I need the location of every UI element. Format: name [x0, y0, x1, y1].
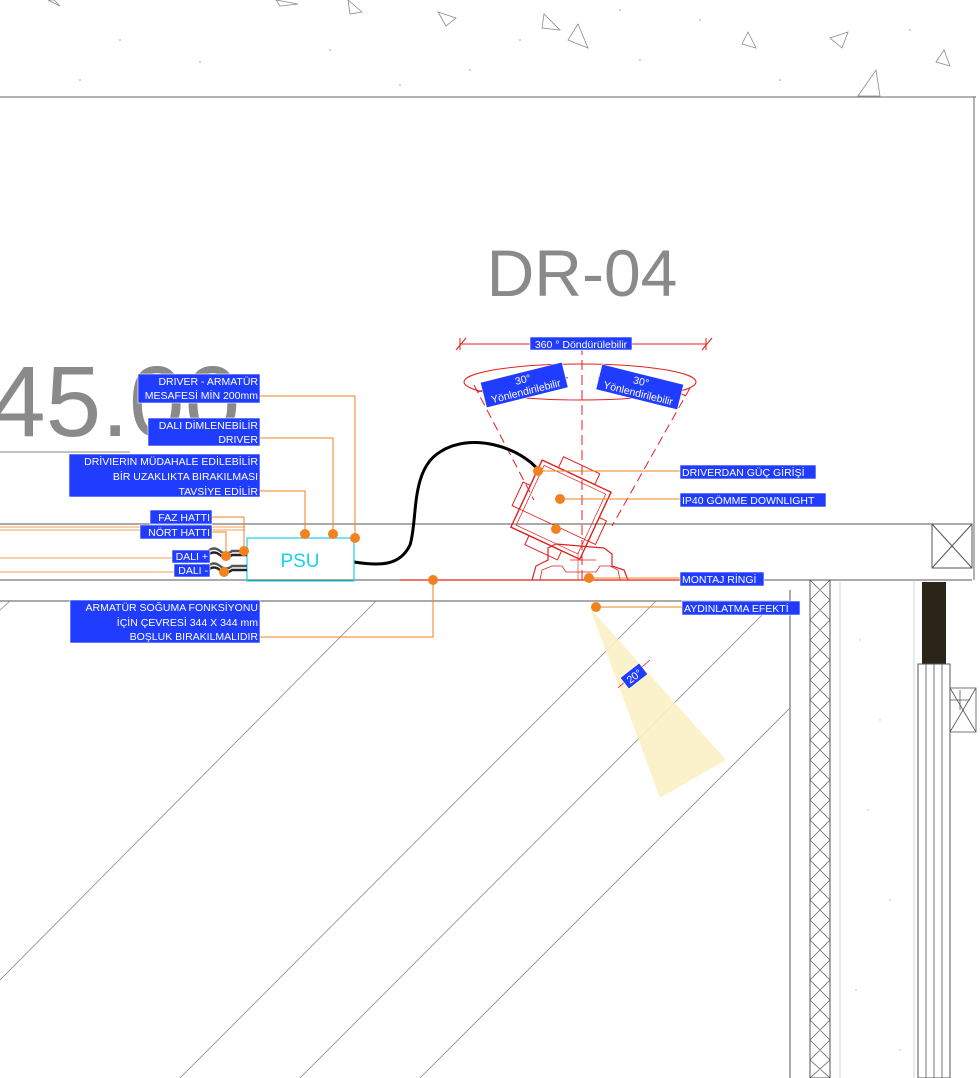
label-driver-distance: DRIVER - ARMATÜR MESAFESİ MİN 200mm: [137, 373, 261, 404]
label-driver-access-line2: BİR UZAKLIKTA BIRAKILMASI: [113, 470, 258, 483]
concrete-hatch: [47, 0, 951, 97]
label-mount-ring-text: MONTAJ RİNGİ: [682, 573, 756, 586]
drawing-code: DR-04: [487, 236, 678, 310]
label-cooling-line2: İÇİN ÇEVRESİ 344 X 344 mm: [117, 616, 258, 629]
label-power-input-text: DRIVERDAN GÜÇ GİRİŞİ: [682, 466, 805, 479]
psu-box: PSU: [246, 537, 355, 582]
label-power-input: DRIVERDAN GÜÇ GİRİŞİ: [679, 464, 817, 480]
label-faz: FAZ HATTI: [149, 509, 213, 525]
light-beam: [590, 608, 726, 798]
label-cooling-line3: BOŞLUK BIRAKILMALIDIR: [130, 631, 259, 643]
label-downlight-text: IP40 GÖMME DOWNLIGHT: [682, 495, 815, 507]
label-faz-text: FAZ HATTI: [158, 512, 210, 524]
label-dali-dimmable: DALI DİMLENEBİLİR DRIVER: [147, 417, 261, 447]
label-dali-minus: DALI -: [173, 563, 211, 578]
psu-text: PSU: [280, 551, 319, 572]
diagonal-hatch: [0, 600, 791, 1078]
label-light-effect: AYDINLATMA EFEKTİ: [681, 600, 801, 616]
rotation-label: 360 ° Döndürülebilir: [529, 336, 633, 351]
label-dali-dimmable-line2: DRIVER: [218, 434, 258, 446]
label-driver-access-line1: DRİVIERIN MÜDAHALE EDİLEBİLİR: [84, 455, 258, 468]
label-dali-plus-text: DALI +: [176, 551, 208, 563]
label-cooling-line1: ARMATÜR SOĞUMA FONKSİYONU: [86, 601, 259, 614]
label-light-effect-text: AYDINLATMA EFEKTİ: [684, 602, 789, 615]
rotation-label-text: 360 ° Döndürülebilir: [535, 339, 628, 351]
label-driver-access: DRİVIERIN MÜDAHALE EDİLEBİLİR BİR UZAKLI…: [68, 453, 261, 498]
label-nort: NÖRT HATTI: [139, 524, 213, 540]
label-dali-plus: DALI +: [171, 549, 211, 564]
wall-crosshatch: [809, 579, 977, 1078]
label-driver-distance-line2: MESAFESİ MİN 200mm: [145, 389, 258, 402]
label-downlight: IP40 GÖMME DOWNLIGHT: [679, 492, 827, 508]
label-driver-access-line3: TAVSİYE EDİLİR: [178, 485, 258, 498]
tilt-left-label: 30° Yönlendirilebilir: [479, 361, 569, 409]
label-mount-ring: MONTAJ RİNGİ: [679, 571, 765, 587]
wall-dots: [855, 639, 901, 1051]
downlight-fixture: [509, 456, 629, 581]
rotation-geometry: [455, 337, 713, 580]
label-driver-distance-line1: DRIVER - ARMATÜR: [158, 376, 258, 388]
label-dali-dimmable-line1: DALI DİMLENEBİLİR: [159, 419, 259, 432]
label-dali-minus-text: DALI -: [178, 565, 208, 577]
power-cable: [353, 441, 542, 566]
label-nort-text: NÖRT HATTI: [148, 527, 210, 539]
detail-drawing: DR-04 45.00 360 ° Döndürülebilir 30° Yön…: [0, 0, 977, 1078]
label-cooling: ARMATÜR SOĞUMA FONKSİYONU İÇİN ÇEVRESİ 3…: [69, 599, 261, 644]
